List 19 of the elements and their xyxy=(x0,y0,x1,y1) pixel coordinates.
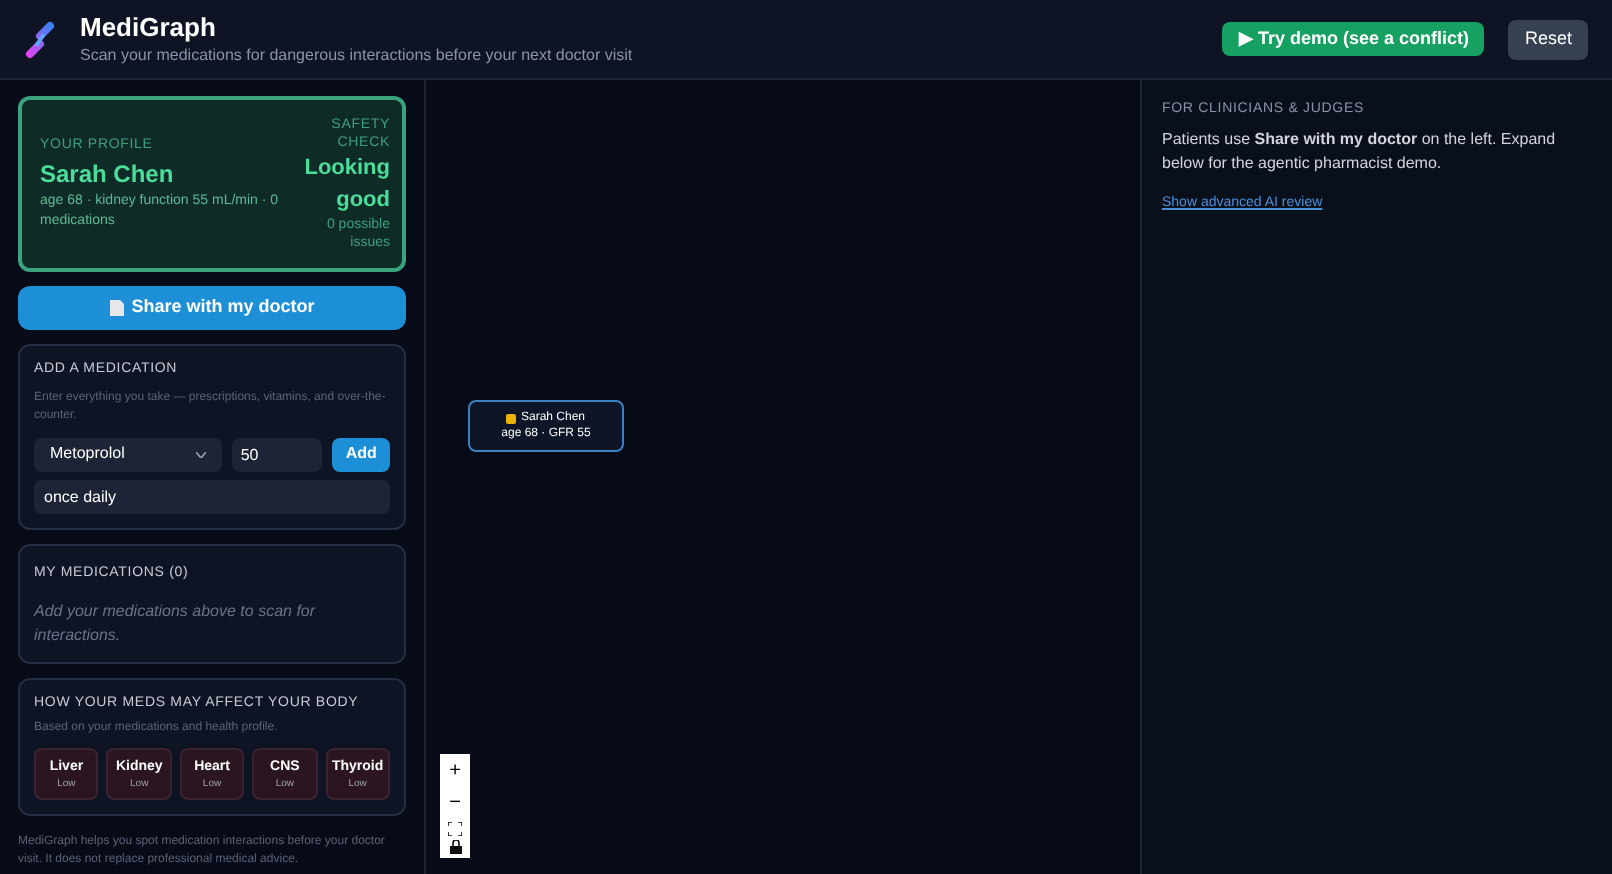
pill-logo-icon xyxy=(24,19,56,59)
app-title: MediGraph xyxy=(80,11,218,43)
profile-name: Sarah Chen xyxy=(40,158,176,193)
drug-select[interactable]: Metoprolol xyxy=(34,437,223,471)
zoom-button[interactable]: − xyxy=(440,790,470,818)
empty-message: Add your medications above to scan for interactions. xyxy=(34,600,318,648)
share-with-doctor-button[interactable]: Share with my doctor xyxy=(18,286,406,330)
chevron-down-icon xyxy=(196,451,207,457)
panel-description: Patients use Share with my doctor on the left. Expand below for the agentic pharmacist demo. xyxy=(1162,127,1558,175)
frequency-field[interactable]: once daily xyxy=(34,479,390,513)
lock-icon[interactable] xyxy=(449,840,461,854)
zoom-button[interactable]: + xyxy=(440,758,470,786)
safety-status: Looking good xyxy=(302,154,390,216)
reset-button[interactable]: Reset xyxy=(1508,19,1588,59)
document-icon xyxy=(109,300,124,316)
add-button[interactable]: Add xyxy=(332,437,390,471)
fit-view-icon[interactable] xyxy=(448,822,462,836)
dose-field[interactable]: 50 xyxy=(232,437,323,471)
app-subtitle: Scan your medications for dangerous interactions before your next doctor visit xyxy=(80,43,633,67)
